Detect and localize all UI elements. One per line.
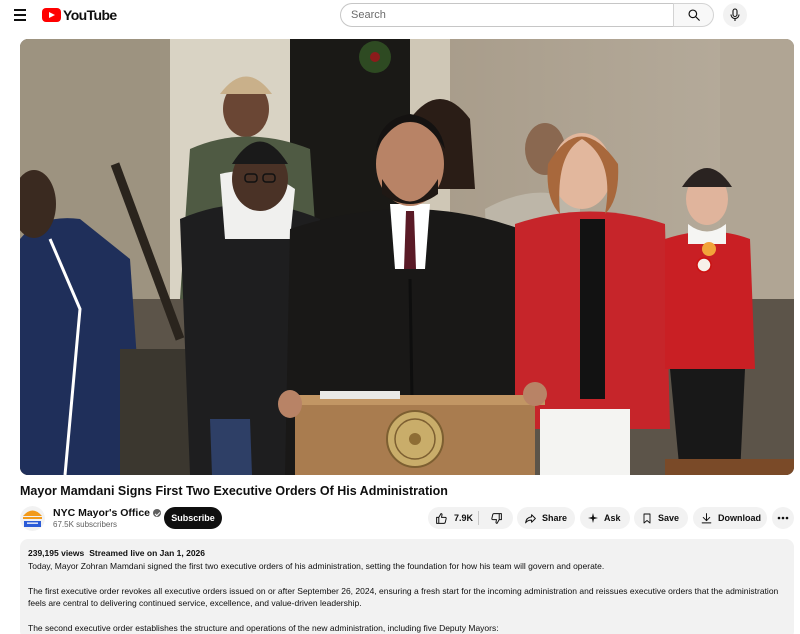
- channel-name-text: NYC Mayor's Office: [53, 507, 151, 519]
- subscriber-count: 67.5K subscribers: [53, 520, 118, 529]
- channel-avatar[interactable]: [20, 506, 45, 531]
- thumbs-down-icon: [490, 512, 502, 524]
- mic-icon: [730, 8, 740, 21]
- more-actions-button[interactable]: [772, 507, 794, 529]
- youtube-logo-icon: [42, 8, 61, 22]
- like-button[interactable]: 7.9K: [428, 507, 478, 529]
- ask-button[interactable]: Ask: [580, 507, 630, 529]
- thumbs-up-icon: [436, 512, 447, 524]
- share-button[interactable]: Share: [517, 507, 575, 529]
- subscribe-button[interactable]: Subscribe: [164, 507, 222, 529]
- nyc-seal-icon: [20, 506, 45, 531]
- like-dislike-group: 7.9K: [428, 507, 513, 529]
- voice-search-button[interactable]: [723, 3, 747, 27]
- search-bar: [340, 3, 714, 27]
- bookmark-icon: [643, 513, 651, 523]
- dislike-button[interactable]: [479, 507, 513, 529]
- download-icon: [701, 512, 712, 523]
- description-paragraph: The second executive order establishes t…: [28, 623, 499, 633]
- download-button[interactable]: Download: [693, 507, 767, 529]
- menu-icon[interactable]: [10, 6, 30, 24]
- ask-label: Ask: [604, 513, 621, 523]
- top-bar: YouTube: [0, 0, 800, 30]
- description-box[interactable]: 239,195 views Streamed live on Jan 1, 202…: [20, 539, 794, 634]
- youtube-logo[interactable]: YouTube: [42, 6, 117, 24]
- channel-name[interactable]: NYC Mayor's Office: [53, 507, 162, 519]
- video-title: Mayor Mamdani Signs First Two Executive …: [20, 484, 448, 498]
- description-paragraph: Today, Mayor Zohran Mamdani signed the f…: [28, 560, 605, 571]
- search-button[interactable]: [673, 3, 714, 27]
- sparkle-icon: [588, 513, 598, 523]
- search-input[interactable]: [340, 3, 673, 27]
- view-count: 239,195 views: [28, 548, 85, 558]
- share-label: Share: [542, 513, 568, 523]
- like-count: 7.9K: [454, 513, 474, 523]
- description-meta: 239,195 views Streamed live on Jan 1, 202…: [28, 547, 786, 560]
- search-icon: [687, 9, 700, 21]
- download-label: Download: [718, 513, 761, 523]
- video-player[interactable]: [20, 39, 794, 475]
- save-label: Save: [658, 513, 680, 523]
- more-horizontal-icon: [777, 516, 789, 520]
- logo-text: YouTube: [63, 7, 117, 23]
- verified-icon: [153, 509, 162, 517]
- stream-date: Streamed live on Jan 1, 2026: [89, 548, 206, 558]
- video-frame: [20, 39, 794, 475]
- description-paragraph: The first executive order revokes all ex…: [28, 585, 779, 609]
- save-button[interactable]: Save: [634, 507, 688, 529]
- share-icon: [525, 513, 536, 523]
